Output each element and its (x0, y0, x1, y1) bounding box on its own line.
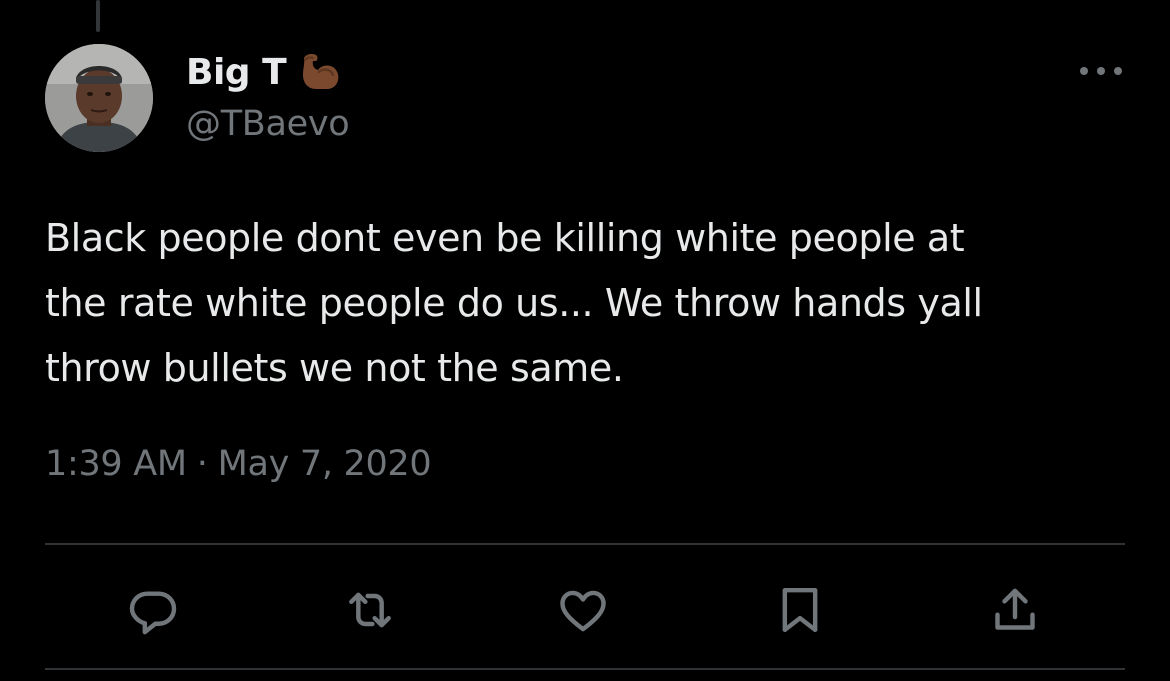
thread-connector-line (96, 0, 100, 32)
retweet-icon (349, 592, 391, 628)
share-icon (995, 588, 1035, 630)
bookmark-icon (782, 587, 818, 633)
tweet-text: Black people dont even be killing white … (45, 216, 983, 390)
divider-top (45, 543, 1125, 545)
share-button[interactable] (975, 570, 1055, 650)
meta-separator: · (196, 444, 208, 484)
tweet-timestamp[interactable]: 1:39 AM · May 7, 2020 (45, 444, 432, 484)
avatar-photo (45, 44, 153, 152)
flexed-biceps-icon (303, 54, 339, 89)
heart-icon (560, 590, 606, 632)
like-button[interactable] (543, 570, 623, 650)
avatar[interactable] (45, 44, 153, 152)
author-handle[interactable]: @TBaevo (186, 104, 350, 144)
bookmark-button[interactable] (760, 570, 840, 650)
retweet-button[interactable] (330, 570, 410, 650)
reply-icon (129, 591, 177, 635)
tweet-time[interactable]: 1:39 AM (45, 444, 187, 484)
more-options-button[interactable] (1076, 56, 1126, 86)
display-name[interactable]: Big T (186, 52, 287, 93)
divider-bottom (45, 668, 1125, 670)
author-name-row[interactable]: Big T (186, 46, 344, 98)
more-dots-icon (1080, 67, 1122, 75)
tweet-action-bar (45, 570, 1125, 650)
reply-button[interactable] (113, 570, 193, 650)
tweet-date[interactable]: May 7, 2020 (218, 444, 432, 484)
